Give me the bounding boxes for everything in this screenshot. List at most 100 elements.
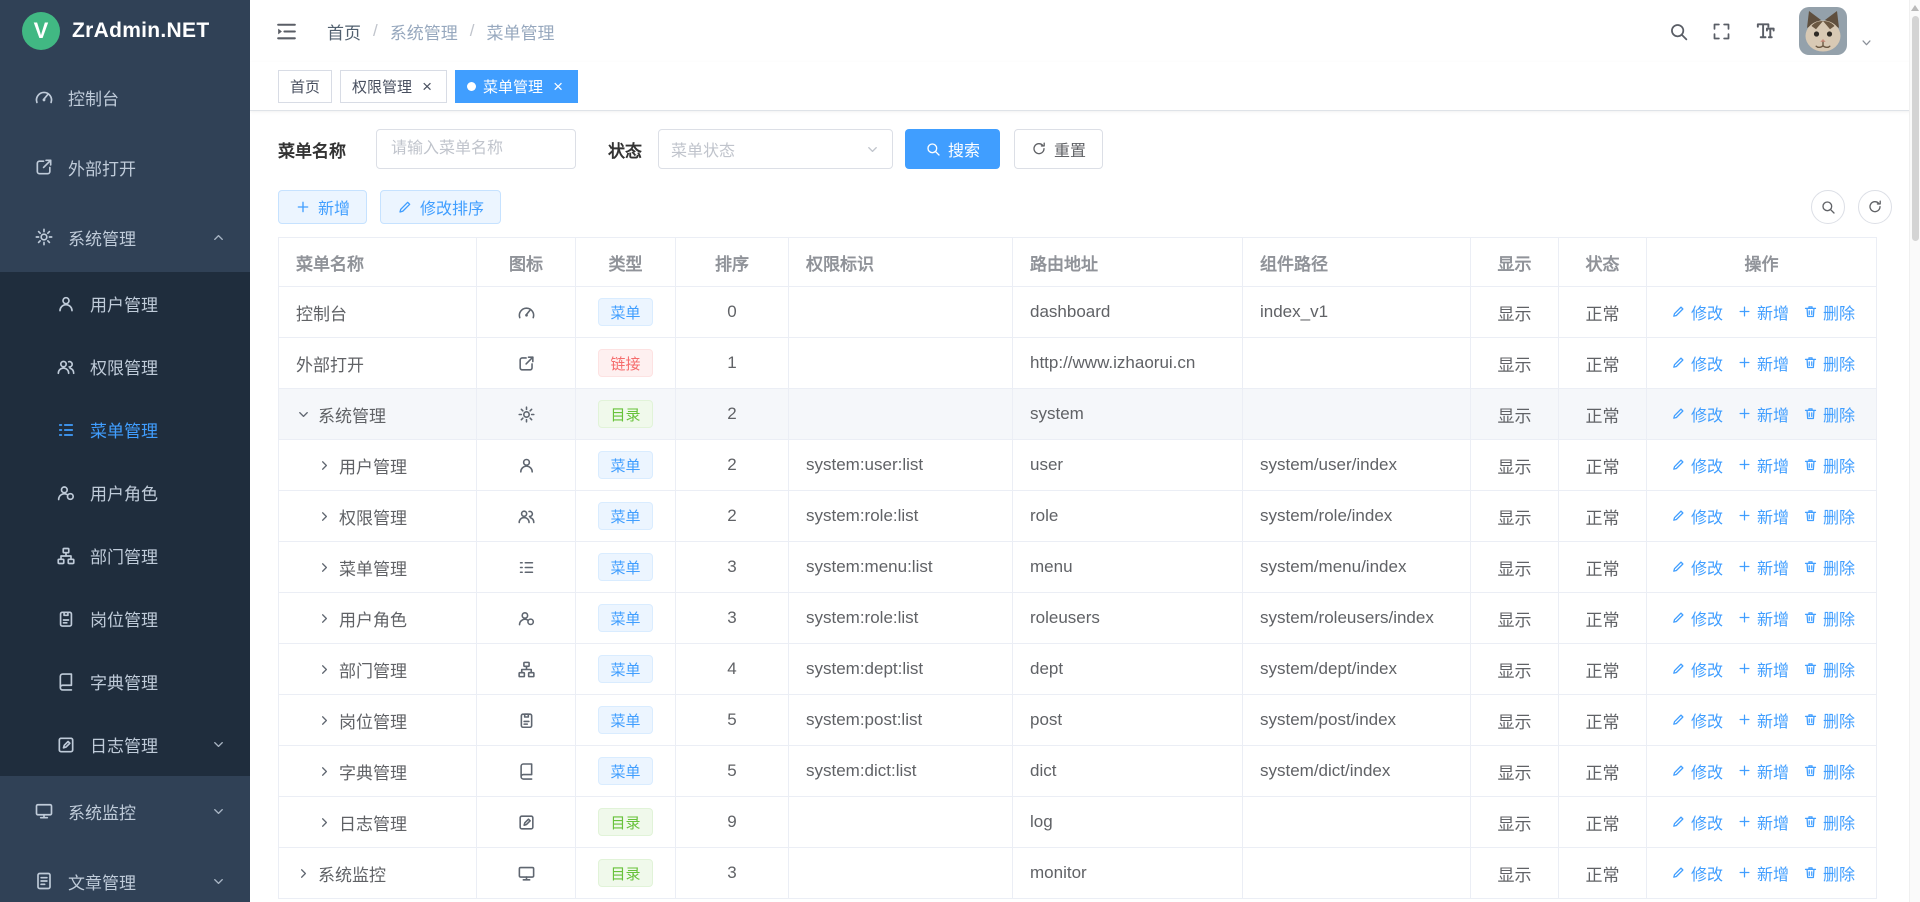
row-expand-icon[interactable] bbox=[317, 509, 332, 524]
table-row: 用户管理菜单2system:user:listusersystem/user/i… bbox=[279, 440, 1877, 491]
font-size-icon[interactable] bbox=[1754, 20, 1777, 43]
edit-link-label: 修改 bbox=[1691, 606, 1723, 630]
sidebar-item-label: 用户角色 bbox=[90, 480, 226, 505]
add-link[interactable]: 新增 bbox=[1737, 759, 1789, 783]
sidebar-item-article[interactable]: 文章管理 bbox=[0, 846, 250, 902]
edit-link[interactable]: 修改 bbox=[1671, 402, 1723, 426]
row-expand-icon[interactable] bbox=[317, 458, 332, 473]
refresh-table-button[interactable] bbox=[1858, 190, 1892, 224]
delete-link[interactable]: 删除 bbox=[1803, 861, 1855, 885]
search-icon[interactable] bbox=[1668, 21, 1689, 42]
ops-cell: 修改新增删除 bbox=[1647, 746, 1877, 797]
row-path: role bbox=[1030, 506, 1058, 525]
sidebar-item-roleusers[interactable]: 用户角色 bbox=[0, 461, 250, 524]
view-tab[interactable]: 菜单管理× bbox=[455, 70, 578, 103]
sidebar-item-dept[interactable]: 部门管理 bbox=[0, 524, 250, 587]
breadcrumb-item[interactable]: 系统管理 bbox=[390, 19, 458, 44]
scrollbar-thumb[interactable] bbox=[1912, 16, 1919, 241]
row-expand-icon[interactable] bbox=[317, 611, 332, 626]
row-expand-icon[interactable] bbox=[317, 713, 332, 728]
delete-link[interactable]: 删除 bbox=[1803, 453, 1855, 477]
view-tab[interactable]: 首页 bbox=[278, 70, 332, 103]
breadcrumb-item[interactable]: 首页 bbox=[327, 19, 361, 44]
search-button[interactable]: 搜索 bbox=[905, 129, 1000, 169]
edit-link[interactable]: 修改 bbox=[1671, 657, 1723, 681]
edit-link[interactable]: 修改 bbox=[1671, 861, 1723, 885]
edit-link[interactable]: 修改 bbox=[1671, 810, 1723, 834]
add-link[interactable]: 新增 bbox=[1737, 657, 1789, 681]
add-link[interactable]: 新增 bbox=[1737, 708, 1789, 732]
add-button[interactable]: 新增 bbox=[278, 190, 367, 224]
add-link[interactable]: 新增 bbox=[1737, 300, 1789, 324]
ops-cell: 修改新增删除 bbox=[1647, 389, 1877, 440]
row-expand-icon[interactable] bbox=[317, 662, 332, 677]
tags-view: 首页权限管理×菜单管理× bbox=[250, 62, 1920, 111]
row-expand-icon[interactable] bbox=[317, 764, 332, 779]
add-link[interactable]: 新增 bbox=[1737, 861, 1789, 885]
menu-fold-icon[interactable] bbox=[274, 19, 299, 44]
edit-link[interactable]: 修改 bbox=[1671, 351, 1723, 375]
edit-link[interactable]: 修改 bbox=[1671, 759, 1723, 783]
sidebar-item-user[interactable]: 用户管理 bbox=[0, 272, 250, 335]
sidebar-item-dict[interactable]: 字典管理 bbox=[0, 650, 250, 713]
row-menu-name: 系统管理 bbox=[318, 402, 386, 427]
delete-link[interactable]: 删除 bbox=[1803, 402, 1855, 426]
show-search-button[interactable] bbox=[1811, 190, 1845, 224]
logo-icon: V bbox=[22, 12, 60, 50]
add-link[interactable]: 新增 bbox=[1737, 351, 1789, 375]
menu-name-cell: 部门管理 bbox=[279, 644, 477, 695]
sort-edit-button[interactable]: 修改排序 bbox=[380, 190, 501, 224]
reset-button[interactable]: 重置 bbox=[1014, 129, 1103, 169]
add-link[interactable]: 新增 bbox=[1737, 402, 1789, 426]
delete-link[interactable]: 删除 bbox=[1803, 504, 1855, 528]
row-expand-icon[interactable] bbox=[296, 407, 311, 422]
sidebar-item-post[interactable]: 岗位管理 bbox=[0, 587, 250, 650]
delete-link[interactable]: 删除 bbox=[1803, 300, 1855, 324]
edit-link[interactable]: 修改 bbox=[1671, 504, 1723, 528]
refresh-icon bbox=[1867, 199, 1883, 215]
delete-link[interactable]: 删除 bbox=[1803, 351, 1855, 375]
add-link[interactable]: 新增 bbox=[1737, 810, 1789, 834]
table-row: 字典管理菜单5system:dict:listdictsystem/dict/i… bbox=[279, 746, 1877, 797]
delete-link[interactable]: 删除 bbox=[1803, 606, 1855, 630]
scrollbar[interactable] bbox=[1909, 0, 1920, 902]
delete-link[interactable]: 删除 bbox=[1803, 657, 1855, 681]
delete-link[interactable]: 删除 bbox=[1803, 759, 1855, 783]
add-link[interactable]: 新增 bbox=[1737, 555, 1789, 579]
edit-link-label: 修改 bbox=[1691, 504, 1723, 528]
row-expand-icon[interactable] bbox=[317, 560, 332, 575]
sort-cell: 2 bbox=[676, 389, 789, 440]
logo[interactable]: V ZrAdmin.NET bbox=[0, 0, 250, 62]
edit-link[interactable]: 修改 bbox=[1671, 606, 1723, 630]
add-link[interactable]: 新增 bbox=[1737, 606, 1789, 630]
row-expand-icon[interactable] bbox=[296, 866, 311, 881]
scrollbar-up-arrow[interactable] bbox=[1911, 1, 1919, 11]
sidebar-item-log[interactable]: 日志管理 bbox=[0, 713, 250, 776]
add-link[interactable]: 新增 bbox=[1737, 453, 1789, 477]
menu-status-select[interactable]: 菜单状态 bbox=[658, 129, 893, 169]
type-cell: 菜单 bbox=[576, 695, 676, 746]
add-link[interactable]: 新增 bbox=[1737, 504, 1789, 528]
row-expand-icon[interactable] bbox=[317, 815, 332, 830]
delete-link[interactable]: 删除 bbox=[1803, 708, 1855, 732]
avatar[interactable] bbox=[1799, 7, 1847, 55]
delete-link[interactable]: 删除 bbox=[1803, 810, 1855, 834]
delete-link[interactable]: 删除 bbox=[1803, 555, 1855, 579]
sidebar-item-monitor[interactable]: 系统监控 bbox=[0, 776, 250, 846]
edit-link[interactable]: 修改 bbox=[1671, 555, 1723, 579]
sort-cell: 0 bbox=[676, 287, 789, 338]
sidebar-item-menu[interactable]: 菜单管理 bbox=[0, 398, 250, 461]
sidebar-item-system[interactable]: 系统管理 bbox=[0, 202, 250, 272]
edit-link[interactable]: 修改 bbox=[1671, 300, 1723, 324]
sidebar-item-role[interactable]: 权限管理 bbox=[0, 335, 250, 398]
sidebar-item-dashboard[interactable]: 控制台 bbox=[0, 62, 250, 132]
view-tab[interactable]: 权限管理× bbox=[340, 70, 447, 103]
close-icon[interactable]: × bbox=[419, 78, 435, 94]
edit-link[interactable]: 修改 bbox=[1671, 708, 1723, 732]
fullscreen-icon[interactable] bbox=[1711, 21, 1732, 42]
sidebar-item-external[interactable]: 外部打开 bbox=[0, 132, 250, 202]
edit-link[interactable]: 修改 bbox=[1671, 453, 1723, 477]
close-icon[interactable]: × bbox=[550, 78, 566, 94]
caret-down-icon[interactable] bbox=[1859, 35, 1874, 50]
menu-name-input[interactable] bbox=[376, 129, 576, 169]
